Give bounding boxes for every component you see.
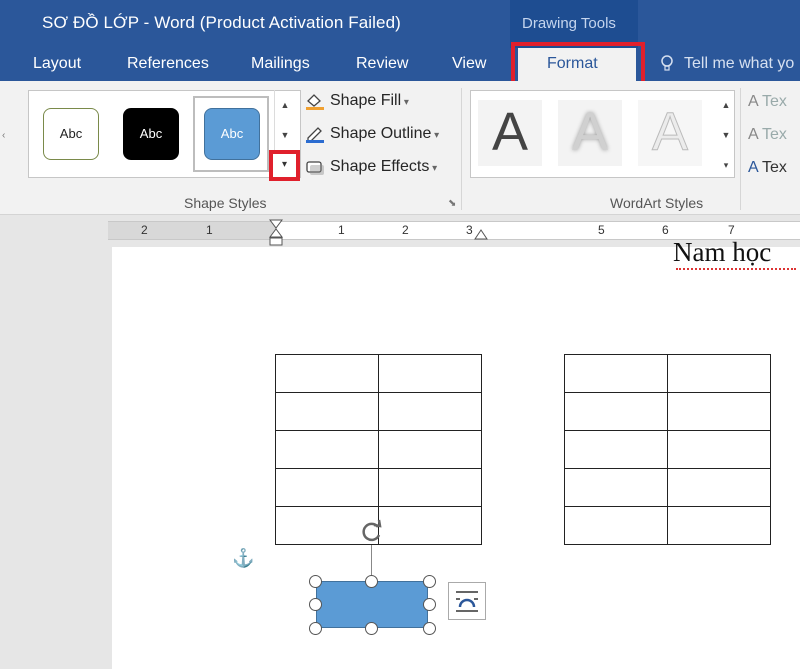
ruler-number: 7 [728, 223, 735, 237]
word-window: SƠ ĐỒ LỚP - Word (Product Activation Fai… [0, 0, 800, 669]
shape-style-preset-3[interactable]: Abc [204, 108, 260, 160]
ruler-number: 2 [141, 223, 148, 237]
layout-options-button[interactable] [448, 582, 486, 620]
seat-table-right[interactable] [564, 354, 771, 545]
ruler-number: 1 [338, 223, 345, 237]
text-wrap-icon [456, 591, 478, 612]
wordart-styles-group-label: WordArt Styles [610, 195, 704, 211]
wordart-down-icon[interactable]: ▼ [719, 128, 733, 142]
table-cell[interactable] [378, 468, 482, 507]
table-cell[interactable] [667, 392, 771, 431]
table-cell[interactable] [564, 392, 668, 431]
wordart-preset-2[interactable]: A [558, 100, 622, 166]
resize-handle[interactable] [309, 622, 322, 635]
tab-layout[interactable]: Layout [33, 55, 81, 73]
shape-effects-icon [306, 161, 324, 175]
tab-mailings[interactable]: Mailings [251, 55, 310, 73]
shape-fill-label: Shape Fill [330, 92, 402, 110]
ruler-margin [108, 222, 276, 239]
ruler-number: 3 [466, 223, 473, 237]
indent-marker-icon[interactable] [268, 219, 284, 249]
shape-effects-button[interactable]: Shape Effects ▾ [304, 158, 437, 180]
text-effects-button[interactable]: A Tex [748, 159, 787, 177]
table-cell[interactable] [564, 354, 668, 393]
rotate-icon[interactable] [358, 517, 386, 545]
shape-style-preset-2[interactable]: Abc [123, 108, 179, 160]
shape-outline-button[interactable]: Shape Outline ▾ [304, 125, 439, 147]
table-cell[interactable] [275, 392, 379, 431]
wordart-up-icon[interactable]: ▲ [719, 98, 733, 112]
table-cell[interactable] [275, 354, 379, 393]
resize-handle[interactable] [423, 575, 436, 588]
shape-fill-button[interactable]: Shape Fill ▾ [304, 92, 409, 114]
gallery-up-icon[interactable]: ▲ [278, 98, 292, 112]
wordart-more-icon[interactable]: ▾ [719, 158, 733, 172]
gallery-more-button[interactable]: ▾ [269, 150, 300, 181]
table-cell[interactable] [378, 430, 482, 469]
text-outline-button[interactable]: A Tex [748, 126, 787, 144]
wordart-preset-1[interactable]: A [478, 100, 542, 166]
more-icon: ▾ [281, 159, 288, 170]
shape-effects-label: Shape Effects [330, 158, 430, 176]
table-cell[interactable] [667, 468, 771, 507]
ruler-number: 2 [402, 223, 409, 237]
gallery-down-icon[interactable]: ▼ [278, 128, 292, 142]
dialog-launcher-icon[interactable]: ⬊ [448, 198, 456, 209]
resize-handle[interactable] [365, 622, 378, 635]
tell-me-search[interactable]: Tell me what yo [684, 55, 794, 73]
text-fill-button[interactable]: A Tex [748, 93, 787, 111]
tab-review[interactable]: Review [356, 55, 408, 73]
table-cell[interactable] [378, 354, 482, 393]
table-cell[interactable] [667, 430, 771, 469]
table-cell[interactable] [564, 506, 668, 545]
tab-references[interactable]: References [127, 55, 209, 73]
resize-handle[interactable] [309, 575, 322, 588]
shape-outline-label: Shape Outline [330, 125, 432, 143]
tab-view[interactable]: View [452, 55, 486, 73]
table-cell[interactable] [275, 468, 379, 507]
resize-handle[interactable] [423, 598, 436, 611]
shape-style-preset-1[interactable]: Abc [43, 108, 99, 160]
ruler-number: 1 [206, 223, 213, 237]
paint-bucket-icon [306, 94, 324, 110]
resize-handle[interactable] [423, 622, 436, 635]
ruler-number: 6 [662, 223, 669, 237]
selected-rectangle-shape[interactable] [316, 581, 428, 628]
table-cell[interactable] [275, 430, 379, 469]
ruler-number: 5 [598, 223, 605, 237]
drawing-tools-label: Drawing Tools [522, 15, 616, 32]
pencil-icon [306, 127, 324, 143]
group-separator [740, 88, 741, 210]
table-cell[interactable] [378, 506, 482, 545]
group-separator [461, 88, 462, 210]
tab-stop-icon[interactable] [474, 228, 488, 240]
table-cell[interactable] [378, 392, 482, 431]
spelling-underline [676, 266, 796, 270]
table-cell[interactable] [667, 506, 771, 545]
wordart-preset-3[interactable]: A [638, 100, 702, 166]
anchor-icon[interactable]: ⚓ [232, 548, 254, 569]
resize-handle[interactable] [365, 575, 378, 588]
table-cell[interactable] [667, 354, 771, 393]
window-title: SƠ ĐỒ LỚP - Word (Product Activation Fai… [42, 13, 401, 32]
left-edge-marker: ‹ [2, 130, 6, 141]
table-cell[interactable] [564, 468, 668, 507]
resize-handle[interactable] [309, 598, 322, 611]
table-cell[interactable] [564, 430, 668, 469]
shape-styles-group-label: Shape Styles [184, 195, 267, 211]
heading-text: Nam học [673, 237, 772, 267]
lightbulb-icon [661, 55, 673, 71]
